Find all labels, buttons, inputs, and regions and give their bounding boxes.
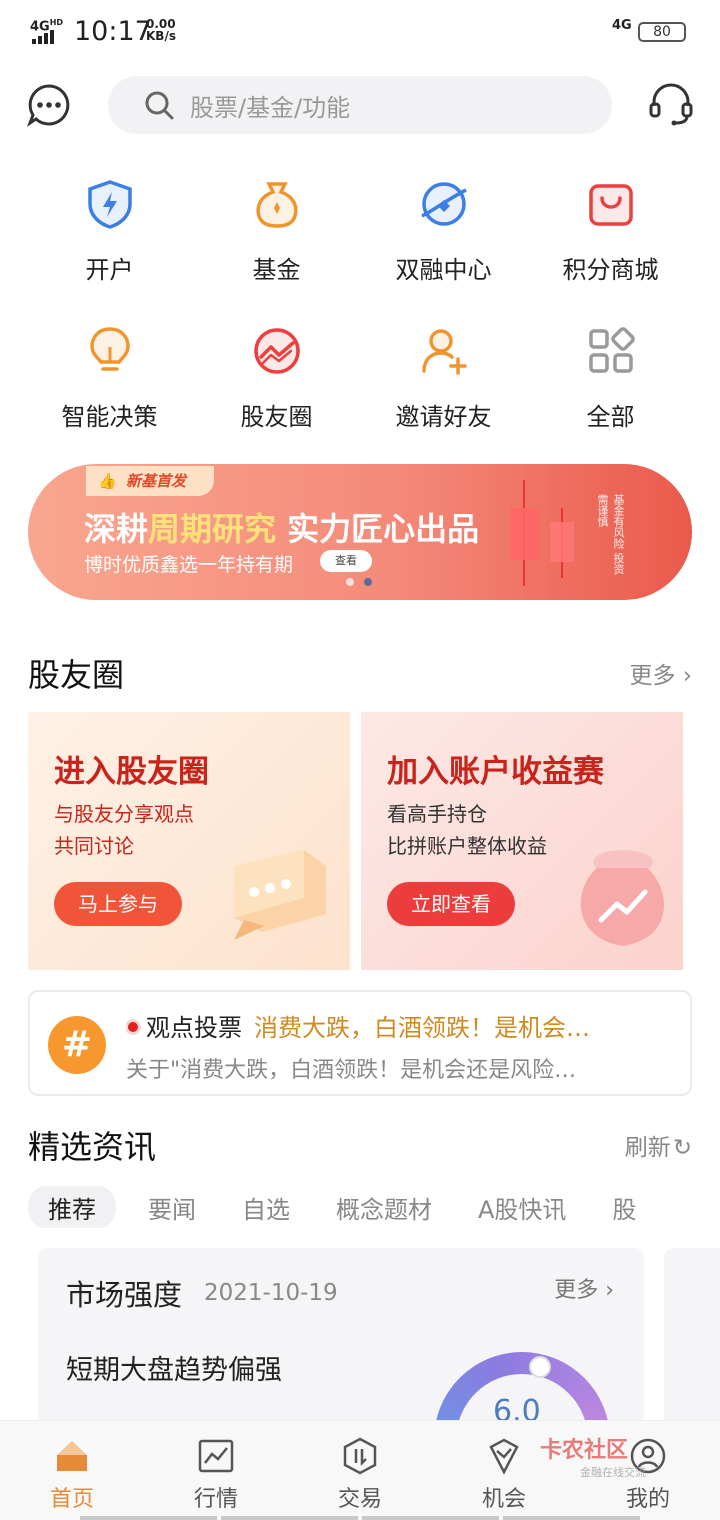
grid-icon xyxy=(588,327,635,373)
tab-headlines[interactable]: 要闻 xyxy=(148,1190,196,1225)
opinion-vote-card[interactable]: # 观点投票 消费大跌，白酒领跌！是机会… 关于"消费大跌，白酒领跌！是机会还是风… xyxy=(28,990,692,1096)
search-placeholder: 股票/基金/功能 xyxy=(190,93,351,122)
carousel-indicator xyxy=(346,578,372,586)
hashtag-icon: # xyxy=(48,1016,106,1074)
gauge-knob xyxy=(529,1356,551,1378)
market-strength-card[interactable]: 市场强度 2021-10-19 更多 › 短期大盘趋势偏强 6.0 xyxy=(38,1248,644,1448)
opportunity-icon xyxy=(489,1438,519,1475)
top-bar: 股票/基金/功能 xyxy=(0,76,720,136)
refresh-icon: ↻ xyxy=(672,1135,692,1161)
lightbulb-icon xyxy=(89,327,130,371)
banner-subtitle: 博时优质鑫选一年持有期 xyxy=(84,554,294,576)
card-title: 市场强度 xyxy=(66,1278,183,1312)
news-tabs: 推荐 要闻 自选 概念题材 A股快讯 股 xyxy=(28,1186,720,1228)
home-icon xyxy=(57,1441,87,1471)
card-desc: 看高手持仓 比拼账户整体收益 xyxy=(387,802,547,858)
signal-icon xyxy=(32,30,54,44)
vote-headline: 观点投票 消费大跌，白酒领跌！是机会… xyxy=(126,1008,666,1043)
nav-trade[interactable]: 交易 xyxy=(288,1421,432,1520)
trade-icon xyxy=(343,1437,377,1475)
card-title: 进入股友圈 xyxy=(54,754,209,790)
entry-margin-center[interactable]: 双融中心 xyxy=(360,176,527,285)
more-link[interactable]: 更多 › xyxy=(629,656,692,690)
entry-invite-friends[interactable]: 邀请好友 xyxy=(360,323,527,432)
entry-open-account[interactable]: 开户 xyxy=(26,176,193,285)
shopping-bag-icon xyxy=(588,184,633,226)
add-user-icon xyxy=(421,329,467,375)
view-now-button[interactable]: 立即查看 xyxy=(387,882,515,926)
tab-more[interactable]: 股 xyxy=(612,1190,636,1225)
net-speed: 0.00 KB/s xyxy=(146,17,176,43)
trend-statement: 短期大盘趋势偏强 xyxy=(66,1355,282,1386)
risk-disclaimer: 基金有风险 投资需谨慎 xyxy=(596,494,625,575)
tab-recommend[interactable]: 推荐 xyxy=(28,1186,116,1228)
card-date: 2021-10-19 xyxy=(204,1280,338,1306)
clock: 10:17 xyxy=(74,16,152,47)
search-input[interactable]: 股票/基金/功能 xyxy=(108,76,612,134)
stock-circle-header: 股友圈 更多 › xyxy=(28,650,692,696)
entry-fund[interactable]: 基金 xyxy=(193,176,360,285)
tab-watchlist[interactable]: 自选 xyxy=(242,1190,290,1225)
status-bar: 4GHD 10:17 0.00 KB/s 4G 80 xyxy=(0,0,720,66)
section-title: 股友圈 xyxy=(28,656,125,694)
entry-all[interactable]: 全部 xyxy=(527,323,694,432)
promo-banner[interactable]: 新基首发 深耕周期研究 实力匠心出品 博时优质鑫选一年持有期 查看 基金有风险 … xyxy=(28,464,692,600)
headset-icon[interactable] xyxy=(648,80,694,126)
planet-icon xyxy=(420,182,467,226)
join-now-button[interactable]: 马上参与 xyxy=(54,882,182,926)
money-bag-icon xyxy=(255,182,298,228)
message-icon[interactable] xyxy=(26,82,72,128)
battery-icon: 80 xyxy=(638,22,686,42)
tab-concepts[interactable]: 概念题材 xyxy=(336,1190,432,1225)
news-header: 精选资讯 刷新↻ xyxy=(28,1122,692,1168)
entry-points-mall[interactable]: 积分商城 xyxy=(527,176,694,285)
circle-chart-icon xyxy=(253,328,300,374)
watermark: 卡农社区 金融在线交流 xyxy=(540,1438,646,1479)
candlestick-illustration xyxy=(510,480,574,586)
card-title: 加入账户收益赛 xyxy=(387,754,604,790)
profit-contest-card[interactable]: 加入账户收益赛 看高手持仓 比拼账户整体收益 立即查看 xyxy=(361,712,683,970)
banner-tag: 新基首发 xyxy=(86,466,215,496)
nav-home[interactable]: 首页 xyxy=(0,1421,144,1520)
vote-summary: 关于"消费大跌，白酒领跌！是机会还是风险… xyxy=(126,1058,577,1083)
chat-bubble-icon xyxy=(234,850,326,940)
live-dot-icon xyxy=(128,1022,138,1032)
entry-smart-decision[interactable]: 智能决策 xyxy=(26,323,193,432)
entry-stock-circle[interactable]: 股友圈 xyxy=(193,323,360,432)
section-title: 精选资讯 xyxy=(28,1128,157,1166)
refresh-button[interactable]: 刷新↻ xyxy=(625,1128,692,1162)
shield-bolt-icon xyxy=(87,180,132,229)
money-bag-illustration xyxy=(580,850,665,946)
join-circle-card[interactable]: 进入股友圈 与股友分享观点 共同讨论 马上参与 xyxy=(28,712,350,970)
next-card-peek[interactable] xyxy=(664,1248,720,1448)
card-desc: 与股友分享观点 共同讨论 xyxy=(54,802,194,858)
banner-view-button[interactable]: 查看 xyxy=(320,550,372,572)
search-icon xyxy=(145,91,174,120)
tab-a-share-flash[interactable]: A股快讯 xyxy=(478,1190,566,1225)
nav-market[interactable]: 行情 xyxy=(144,1421,288,1520)
more-link[interactable]: 更多 › xyxy=(554,1272,614,1304)
quick-entry-grid: 开户 基金 双融中心 积分商城 智能决策 股友圈 邀请好友 全部 xyxy=(26,176,694,432)
chart-icon xyxy=(198,1439,234,1473)
banner-headline: 深耕周期研究 实力匠心出品 xyxy=(84,510,480,548)
net-type: 4G xyxy=(612,18,632,33)
